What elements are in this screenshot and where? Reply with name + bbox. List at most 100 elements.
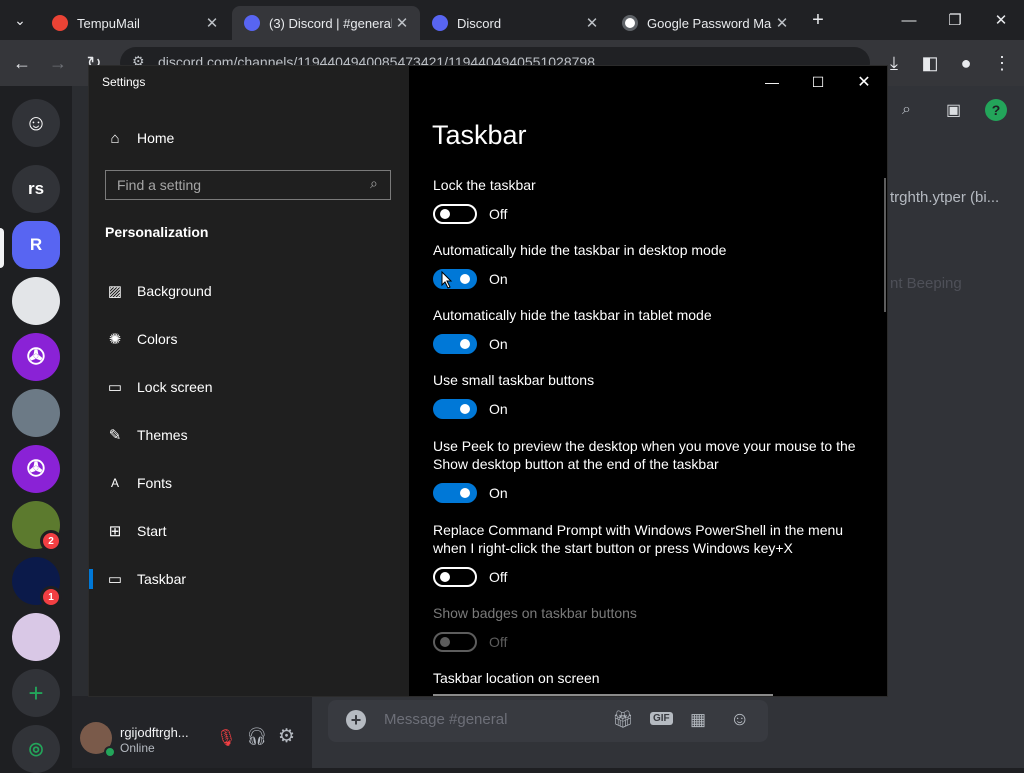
minimize-icon: — [901,11,917,29]
explore-servers-button[interactable]: ◎ [12,725,60,773]
minimize-window-button[interactable]: — [886,0,932,40]
toggle-powershell[interactable] [433,567,477,587]
page-title: Taskbar [432,120,527,150]
nav-colors[interactable]: ✺ Colors [89,317,409,361]
settings-window: Settings ⌂ Home Find a setting ⌕ Persona… [88,65,888,697]
close-tab-icon[interactable]: ✕ [202,14,222,32]
browser-tab[interactable]: Discord ✕ [420,6,610,40]
gif-icon[interactable]: GIF [650,712,673,725]
username[interactable]: rgijodftrgh... [120,725,189,740]
settings-close-button[interactable]: ✕ [841,66,887,98]
toggle-autohide-tablet[interactable] [433,334,477,354]
nav-label: Lock screen [137,379,213,395]
add-server-button[interactable]: + [12,669,60,717]
message-composer[interactable]: + Message #general 🎁︎ GIF ▦ ☺ [328,700,768,742]
home-icon: ⌂ [110,129,120,147]
brush-icon: ✎ [108,427,122,444]
nav-background[interactable]: ▨ Background [89,269,409,313]
attach-plus-icon[interactable]: + [346,710,366,730]
guild-avatar[interactable] [12,613,60,661]
nav-start[interactable]: ⊞ Start [89,509,409,553]
sticker-icon[interactable]: ▦ [690,710,706,730]
close-tab-icon[interactable]: ✕ [772,14,792,32]
nav-lock-screen[interactable]: ▭ Lock screen [89,365,409,409]
setting-label-badges: Show badges on taskbar buttons [433,605,637,621]
inbox-icon[interactable]: ▣ [946,100,961,120]
help-icon[interactable]: ? [985,99,1007,121]
toggle-state-text: On [489,485,508,501]
search-icon[interactable]: ⌕ [902,101,911,119]
toggle-state-text: On [489,401,508,417]
setting-label-lock-taskbar: Lock the taskbar [433,177,536,193]
taskbar-icon: ▭ [107,571,123,588]
toggle-knob [460,274,470,284]
setting-label-autohide-desktop: Automatically hide the taskbar in deskto… [433,242,727,258]
emoji-icon[interactable]: ☺ [730,709,749,731]
nav-home[interactable]: ⌂ Home [89,116,409,160]
close-tab-icon[interactable]: ✕ [582,14,602,32]
mic-muted-icon[interactable]: 🎙︎ [216,728,236,748]
search-placeholder: Find a setting [117,177,202,193]
guild-icon[interactable]: R [12,221,60,269]
google-password-favicon-icon [622,15,638,31]
settings-content: — ☐ ✕ Taskbar Lock the taskbar Off Autom… [409,66,887,696]
chrome-menu-button[interactable]: ⋮ [990,51,1014,75]
nav-label: Taskbar [137,571,187,587]
settings-window-title: Settings [102,75,146,89]
toggle-lock-taskbar[interactable] [433,204,477,224]
nav-label: Themes [137,427,188,443]
tab-title: (3) Discord | #general | [269,15,392,31]
nav-fonts[interactable]: A Fonts [89,461,409,505]
settings-sidebar: Settings ⌂ Home Find a setting ⌕ Persona… [89,66,409,696]
plus-icon: + [28,677,44,708]
back-button[interactable]: ← [10,51,34,75]
discord-favicon-icon [432,15,448,31]
browser-tab-strip: ⌄ TempuMail ✕ (3) Discord | #general | ✕… [0,0,1024,40]
settings-minimize-button[interactable]: — [749,66,795,98]
nav-themes[interactable]: ✎ Themes [89,413,409,457]
guild-icon[interactable]: rs [12,165,60,213]
browser-tab[interactable]: TempuMail ✕ [40,6,230,40]
film-reel-icon: ✇ [26,456,46,481]
close-tab-icon[interactable]: ✕ [392,14,412,32]
notification-badge: 2 [40,530,62,552]
close-window-button[interactable]: ✕ [978,0,1024,40]
guild-avatar[interactable]: ✇ [12,445,60,493]
browser-tab-active[interactable]: (3) Discord | #general | ✕ [232,6,420,40]
toggle-small-buttons[interactable] [433,399,477,419]
headphones-icon[interactable]: 🎧︎ [246,727,268,747]
side-panel-button[interactable]: ◧ [918,51,942,75]
lock-screen-icon: ▭ [107,379,123,396]
nav-taskbar[interactable]: ▭ Taskbar [89,557,409,601]
discord-home-button[interactable]: ☺ [12,99,60,147]
taskbar-location-dropdown[interactable] [433,694,773,696]
browser-tab[interactable]: Google Password Man ✕ [610,6,800,40]
tempumail-favicon-icon [52,15,68,31]
search-icon[interactable]: ⌕ [370,175,378,192]
restore-window-button[interactable]: ❐ [932,0,978,40]
forward-button[interactable]: → [46,51,70,75]
message-input-placeholder[interactable]: Message #general [384,711,507,728]
profile-button[interactable]: ● [954,51,978,75]
toggle-knob [440,572,450,582]
nav-label: Colors [137,331,178,347]
toggle-knob [440,209,450,219]
discord-favicon-icon [244,15,260,31]
back-arrow-icon: ← [13,52,31,73]
tab-search-button[interactable]: ⌄ [8,8,32,32]
toggle-state-text: On [489,271,508,287]
toggle-autohide-desktop[interactable] [433,269,477,289]
settings-maximize-button[interactable]: ☐ [795,66,841,98]
guild-avatar[interactable] [12,389,60,437]
toggle-peek[interactable] [433,483,477,503]
scrollbar-thumb[interactable] [884,178,886,312]
guild-avatar[interactable] [12,277,60,325]
new-tab-button[interactable]: + [806,8,830,32]
user-settings-gear-icon[interactable]: ⚙ [278,725,295,748]
close-icon: ✕ [994,12,1008,29]
gift-icon[interactable]: 🎁︎ [612,710,634,730]
search-input[interactable]: Find a setting ⌕ [105,170,391,200]
guild-avatar[interactable]: ✇ [12,333,60,381]
nav-home-label: Home [137,130,175,146]
toggle-knob [460,488,470,498]
